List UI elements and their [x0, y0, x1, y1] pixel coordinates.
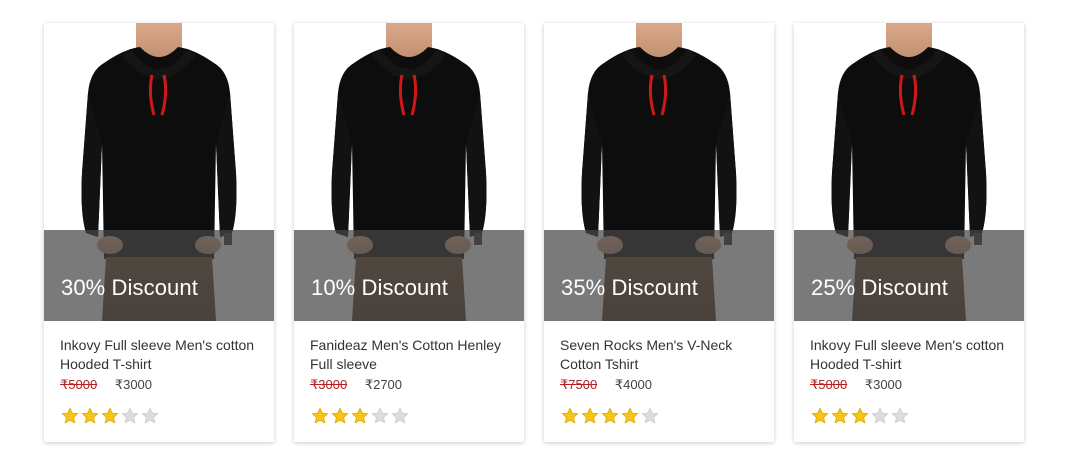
star-filled-icon — [81, 407, 99, 425]
sale-price: ₹4000 — [614, 377, 653, 392]
star-empty-icon — [371, 407, 389, 425]
product-info: Inkovy Full sleeve Men's cotton Hooded T… — [810, 336, 1015, 394]
product-name[interactable]: Inkovy Full sleeve Men's cotton Hooded T… — [810, 336, 1015, 374]
star-filled-icon — [621, 407, 639, 425]
star-filled-icon — [101, 407, 119, 425]
sale-price: ₹2700 — [364, 377, 403, 392]
product-info: Fanideaz Men's Cotton Henley Full sleeve… — [310, 336, 515, 394]
star-filled-icon — [61, 407, 79, 425]
price-row: ₹5000 ₹3000 — [810, 376, 1015, 394]
product-card[interactable]: 10% Discount Fanideaz Men's Cotton Henle… — [294, 23, 524, 442]
star-empty-icon — [891, 407, 909, 425]
star-rating — [561, 407, 659, 425]
product-card[interactable]: 25% Discount Inkovy Full sleeve Men's co… — [794, 23, 1024, 442]
discount-label: 25% Discount — [811, 275, 948, 300]
product-name[interactable]: Seven Rocks Men's V-Neck Cotton Tshirt — [560, 336, 765, 374]
product-info: Inkovy Full sleeve Men's cotton Hooded T… — [60, 336, 265, 394]
sale-price: ₹3000 — [114, 377, 153, 392]
product-name[interactable]: Fanideaz Men's Cotton Henley Full sleeve — [310, 336, 515, 374]
star-empty-icon — [121, 407, 139, 425]
star-empty-icon — [871, 407, 889, 425]
star-rating — [311, 407, 409, 425]
original-price: ₹3000 — [310, 377, 348, 392]
discount-label: 30% Discount — [61, 275, 198, 300]
star-empty-icon — [641, 407, 659, 425]
star-empty-icon — [391, 407, 409, 425]
star-empty-icon — [141, 407, 159, 425]
sale-price: ₹3000 — [864, 377, 903, 392]
star-filled-icon — [811, 407, 829, 425]
star-filled-icon — [561, 407, 579, 425]
original-price: ₹5000 — [810, 377, 848, 392]
price-row: ₹7500 ₹4000 — [560, 376, 765, 394]
product-name[interactable]: Inkovy Full sleeve Men's cotton Hooded T… — [60, 336, 265, 374]
star-filled-icon — [601, 407, 619, 425]
star-rating — [811, 407, 909, 425]
star-rating — [61, 407, 159, 425]
star-filled-icon — [331, 407, 349, 425]
star-filled-icon — [351, 407, 369, 425]
price-row: ₹5000 ₹3000 — [60, 376, 265, 394]
price-row: ₹3000 ₹2700 — [310, 376, 515, 394]
discount-label: 35% Discount — [561, 275, 698, 300]
product-grid: 30% Discount Inkovy Full sleeve Men's co… — [0, 0, 1080, 459]
discount-label: 10% Discount — [311, 275, 448, 300]
original-price: ₹5000 — [60, 377, 98, 392]
product-info: Seven Rocks Men's V-Neck Cotton Tshirt ₹… — [560, 336, 765, 394]
original-price: ₹7500 — [560, 377, 598, 392]
product-card[interactable]: 35% Discount Seven Rocks Men's V-Neck Co… — [544, 23, 774, 442]
star-filled-icon — [831, 407, 849, 425]
star-filled-icon — [581, 407, 599, 425]
star-filled-icon — [311, 407, 329, 425]
product-card[interactable]: 30% Discount Inkovy Full sleeve Men's co… — [44, 23, 274, 442]
star-filled-icon — [851, 407, 869, 425]
